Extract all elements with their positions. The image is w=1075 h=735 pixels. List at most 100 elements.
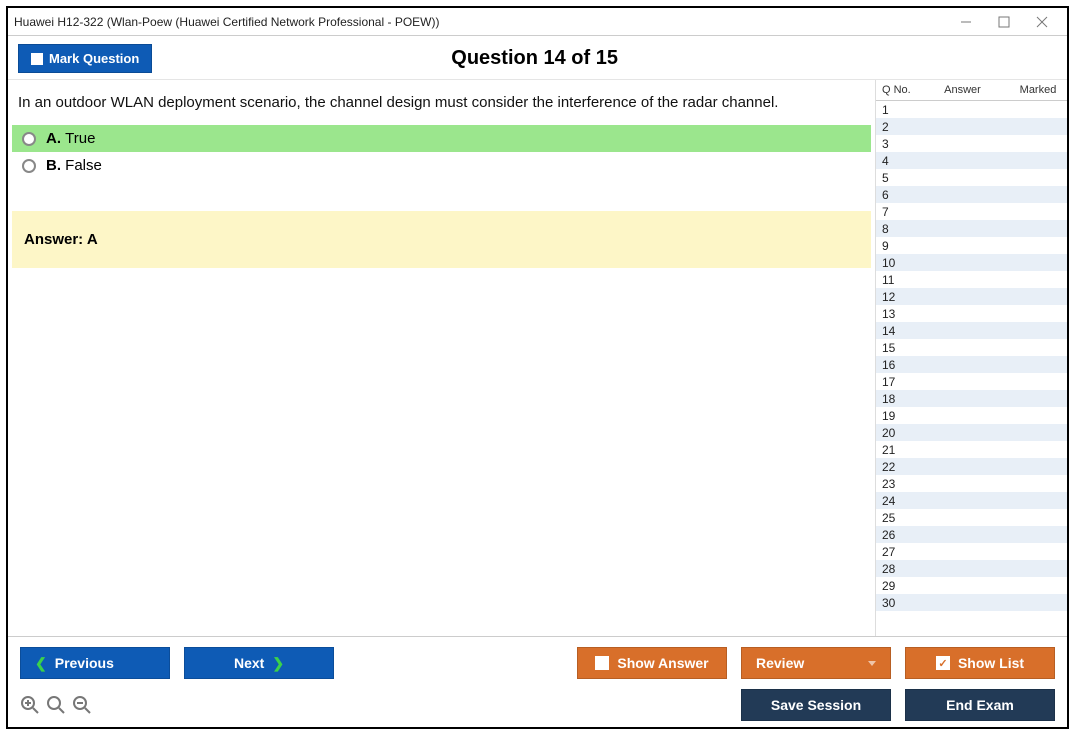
question-list-row[interactable]: 7 — [876, 203, 1067, 220]
question-list-row[interactable]: 21 — [876, 441, 1067, 458]
question-list-row[interactable]: 15 — [876, 339, 1067, 356]
question-list-row[interactable]: 10 — [876, 254, 1067, 271]
row-qno: 11 — [876, 273, 912, 287]
question-list-row[interactable]: 28 — [876, 560, 1067, 577]
question-list-row[interactable]: 2 — [876, 118, 1067, 135]
row-qno: 27 — [876, 545, 912, 559]
question-list-header: Q No. Answer Marked — [876, 80, 1067, 101]
row-qno: 28 — [876, 562, 912, 576]
question-list-row[interactable]: 11 — [876, 271, 1067, 288]
zoom-in-icon[interactable] — [46, 695, 66, 715]
show-answer-button[interactable]: Show Answer — [577, 647, 727, 679]
window-controls — [959, 15, 1061, 29]
row-qno: 24 — [876, 494, 912, 508]
mark-question-label: Mark Question — [49, 51, 139, 66]
option-b[interactable]: B. False — [12, 152, 871, 179]
question-list-row[interactable]: 12 — [876, 288, 1067, 305]
review-label: Review — [756, 655, 804, 671]
question-list-row[interactable]: 14 — [876, 322, 1067, 339]
next-label: Next — [234, 655, 264, 671]
question-list-row[interactable]: 6 — [876, 186, 1067, 203]
row-qno: 20 — [876, 426, 912, 440]
question-list-row[interactable]: 24 — [876, 492, 1067, 509]
row-qno: 5 — [876, 171, 912, 185]
question-list-row[interactable]: 9 — [876, 237, 1067, 254]
row-qno: 7 — [876, 205, 912, 219]
question-list-row[interactable]: 22 — [876, 458, 1067, 475]
button-row-2: Save Session End Exam — [20, 689, 1055, 721]
question-list-row[interactable]: 17 — [876, 373, 1067, 390]
radio-icon — [22, 159, 36, 173]
col-answer: Answer — [914, 84, 1011, 96]
maximize-icon[interactable] — [997, 15, 1017, 29]
answer-value: A — [87, 231, 98, 248]
answer-box: Answer: A — [12, 211, 871, 268]
row-qno: 18 — [876, 392, 912, 406]
zoom-out-icon[interactable] — [72, 695, 92, 715]
question-list-row[interactable]: 30 — [876, 594, 1067, 611]
checkbox-checked-icon: ✓ — [936, 656, 950, 670]
previous-button[interactable]: ❮ Previous — [20, 647, 170, 679]
bottom-bar: ❮ Previous Next ❯ Show Answer Review ✓ S… — [8, 636, 1067, 727]
question-list-row[interactable]: 29 — [876, 577, 1067, 594]
question-list-row[interactable]: 23 — [876, 475, 1067, 492]
question-list-row[interactable]: 18 — [876, 390, 1067, 407]
window-title: Huawei H12-322 (Wlan-Poew (Huawei Certif… — [14, 15, 959, 29]
row-qno: 8 — [876, 222, 912, 236]
end-exam-button[interactable]: End Exam — [905, 689, 1055, 721]
question-list-row[interactable]: 13 — [876, 305, 1067, 322]
question-list-row[interactable]: 25 — [876, 509, 1067, 526]
question-list-row[interactable]: 20 — [876, 424, 1067, 441]
end-exam-label: End Exam — [946, 697, 1014, 713]
radio-icon — [22, 132, 36, 146]
row-qno: 9 — [876, 239, 912, 253]
row-qno: 6 — [876, 188, 912, 202]
checkbox-icon — [595, 656, 609, 670]
question-counter-title: Question 14 of 15 — [152, 47, 917, 70]
row-qno: 17 — [876, 375, 912, 389]
app-window: Huawei H12-322 (Wlan-Poew (Huawei Certif… — [6, 6, 1069, 729]
next-button[interactable]: Next ❯ — [184, 647, 334, 679]
question-list-row[interactable]: 4 — [876, 152, 1067, 169]
row-qno: 23 — [876, 477, 912, 491]
row-qno: 26 — [876, 528, 912, 542]
close-icon[interactable] — [1035, 15, 1055, 29]
show-list-button[interactable]: ✓ Show List — [905, 647, 1055, 679]
question-list-row[interactable]: 5 — [876, 169, 1067, 186]
previous-label: Previous — [55, 655, 114, 671]
show-answer-label: Show Answer — [617, 655, 708, 671]
row-qno: 19 — [876, 409, 912, 423]
chevron-left-icon: ❮ — [35, 655, 47, 672]
answer-label: Answer: — [24, 231, 83, 248]
question-list-row[interactable]: 26 — [876, 526, 1067, 543]
save-session-button[interactable]: Save Session — [741, 689, 891, 721]
question-list-row[interactable]: 19 — [876, 407, 1067, 424]
row-qno: 1 — [876, 103, 912, 117]
options-list: A. TrueB. False — [12, 125, 871, 179]
button-row-1: ❮ Previous Next ❯ Show Answer Review ✓ S… — [20, 647, 1055, 679]
question-list-row[interactable]: 16 — [876, 356, 1067, 373]
row-qno: 13 — [876, 307, 912, 321]
row-qno: 15 — [876, 341, 912, 355]
row-qno: 4 — [876, 154, 912, 168]
save-session-label: Save Session — [771, 697, 861, 713]
row-qno: 3 — [876, 137, 912, 151]
question-list-row[interactable]: 1 — [876, 101, 1067, 118]
review-dropdown[interactable]: Review — [741, 647, 891, 679]
row-qno: 30 — [876, 596, 912, 610]
question-text: In an outdoor WLAN deployment scenario, … — [12, 90, 871, 125]
titlebar: Huawei H12-322 (Wlan-Poew (Huawei Certif… — [8, 8, 1067, 36]
chevron-right-icon: ❯ — [272, 655, 284, 672]
option-a[interactable]: A. True — [12, 125, 871, 152]
minimize-icon[interactable] — [959, 15, 979, 29]
question-pane: In an outdoor WLAN deployment scenario, … — [8, 80, 875, 636]
row-qno: 12 — [876, 290, 912, 304]
zoom-reset-icon[interactable] — [20, 695, 40, 715]
question-list-row[interactable]: 27 — [876, 543, 1067, 560]
question-list[interactable]: 1234567891011121314151617181920212223242… — [876, 101, 1067, 636]
question-list-row[interactable]: 3 — [876, 135, 1067, 152]
question-list-row[interactable]: 8 — [876, 220, 1067, 237]
row-qno: 16 — [876, 358, 912, 372]
row-qno: 14 — [876, 324, 912, 338]
mark-question-button[interactable]: Mark Question — [18, 44, 152, 73]
